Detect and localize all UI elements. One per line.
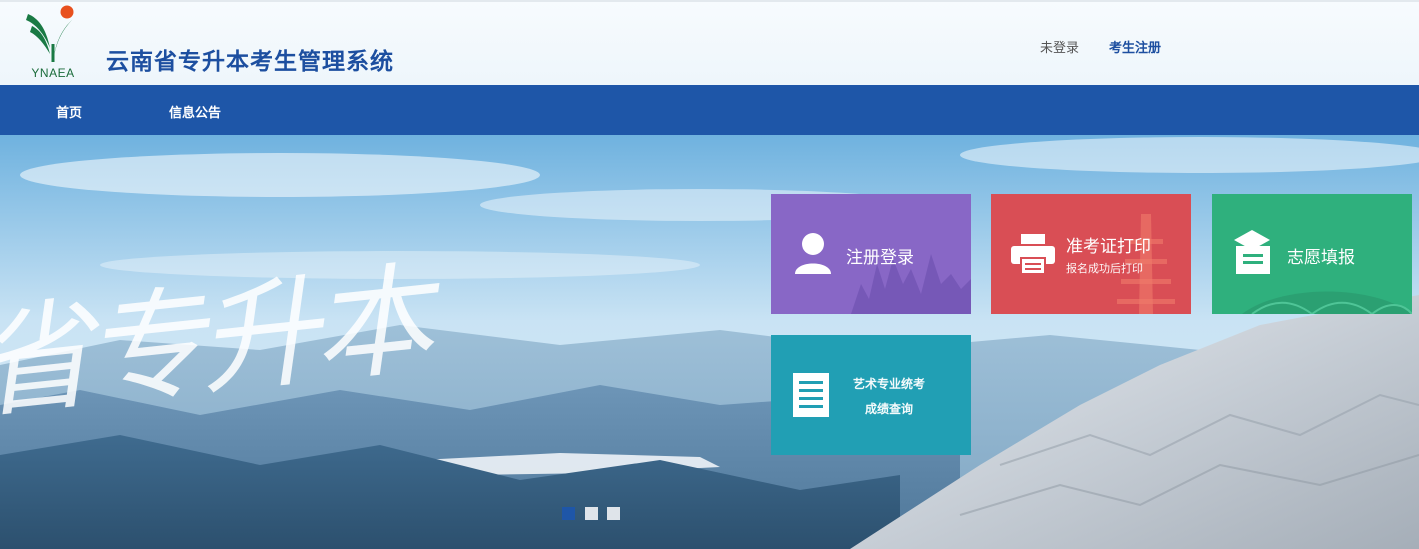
tile-title-line2: 成绩查询 xyxy=(865,402,914,416)
tile-art-scores[interactable]: 艺术专业统考 成绩查询 xyxy=(771,335,971,455)
login-status[interactable]: 未登录 xyxy=(1040,37,1079,56)
carousel-dot-3[interactable] xyxy=(607,507,620,520)
tile-title: 准考证打印 xyxy=(1066,237,1151,257)
main-nav: 首页 信息公告 xyxy=(0,85,1419,135)
tile-title: 志愿填报 xyxy=(1287,248,1355,268)
document-icon xyxy=(793,373,829,417)
register-link[interactable]: 考生注册 xyxy=(1109,37,1161,56)
printer-icon xyxy=(1011,234,1055,274)
tile-admission-print[interactable]: 准考证打印 报名成功后打印 xyxy=(991,194,1191,314)
carousel-dot-2[interactable] xyxy=(585,507,598,520)
tile-volunteer-filling[interactable]: 志愿填报 xyxy=(1212,194,1412,314)
logo-text: YNAEA xyxy=(31,66,75,80)
nav-item-home[interactable]: 首页 xyxy=(56,102,82,121)
tile-title: 注册登录 xyxy=(846,248,914,268)
ynaea-logo-icon xyxy=(26,5,74,62)
site-title: 云南省专升本考生管理系统 xyxy=(106,49,394,75)
carousel-dot-1[interactable] xyxy=(562,507,575,520)
tile-title-line1: 艺术专业统考 xyxy=(853,377,926,391)
site-logo[interactable]: YNAEA xyxy=(22,4,84,84)
nav-item-notice[interactable]: 信息公告 xyxy=(169,102,221,121)
hero-banner: 省专升本 xyxy=(0,135,1419,549)
bridge-decoration xyxy=(1242,291,1412,314)
user-icon xyxy=(795,233,831,274)
tile-subtitle: 报名成功后打印 xyxy=(1066,262,1143,275)
header: YNAEA 云南省专升本考生管理系统 未登录 考生注册 xyxy=(0,0,1419,85)
tile-register-login[interactable]: 注册登录 xyxy=(771,194,971,314)
form-icon xyxy=(1234,230,1270,274)
